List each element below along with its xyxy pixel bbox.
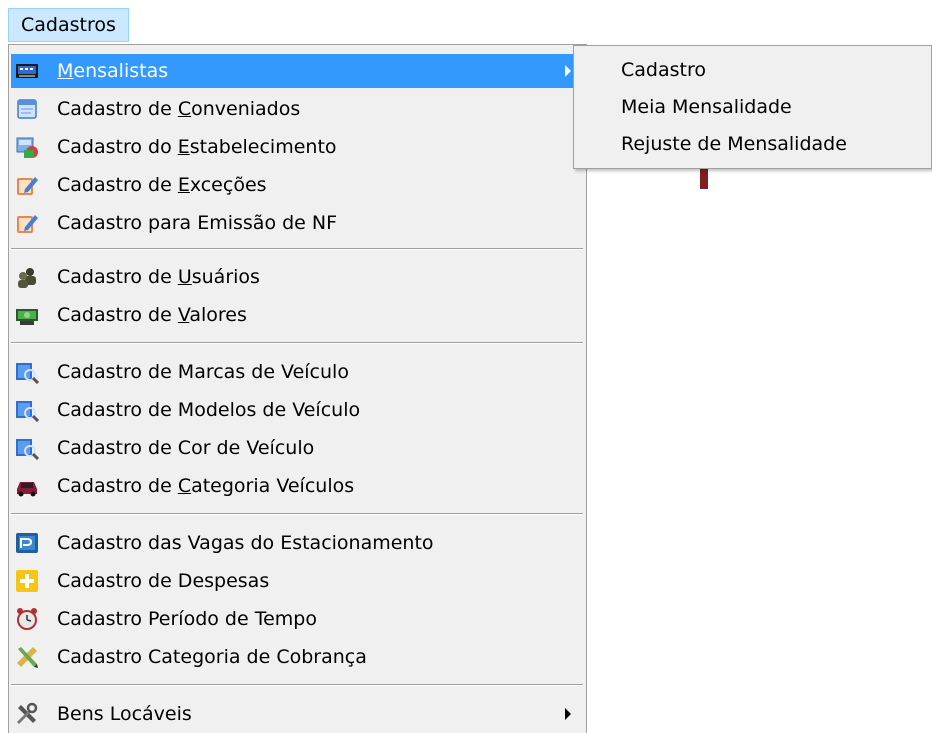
- menu-item-label: Cadastro Período de Tempo: [57, 608, 317, 630]
- search-icon: [16, 363, 39, 384]
- menu-item-label: Cadastro de Exceções: [57, 174, 267, 196]
- submenu-item-label: Cadastro: [621, 59, 706, 81]
- menu-item-label: Cadastro de Valores: [57, 304, 247, 326]
- menu-item-label: Cadastro de Categoria Veículos: [57, 475, 355, 497]
- menu-item-emissao-nf[interactable]: Cadastro para Emissão de NF: [11, 206, 583, 240]
- menu-item-vagas-estacionamento[interactable]: Cadastro das Vagas do Estacionamento: [11, 526, 583, 560]
- menu-item-label: Cadastro das Vagas do Estacionamento: [57, 532, 434, 554]
- menu-item-estabelecimento[interactable]: Cadastro do Estabelecimento: [11, 130, 583, 164]
- menu-item-mensalistas[interactable]: Mensalistas: [11, 54, 583, 88]
- tools-icon: [17, 702, 38, 724]
- menu-item-label: Cadastro Categoria de Cobrança: [57, 646, 367, 668]
- submenu-item-label: Meia Mensalidade: [621, 96, 792, 118]
- search-icon: [16, 439, 39, 460]
- menu-item-valores[interactable]: Cadastro de Valores: [11, 298, 583, 332]
- alarm-clock-icon: [17, 608, 37, 630]
- menu-item-categoria-cobranca[interactable]: Cadastro Categoria de Cobrança: [11, 640, 583, 674]
- background-window-fragment: [700, 169, 932, 189]
- menu-cadastros[interactable]: Cadastros: [8, 8, 129, 42]
- menu-item-usuarios[interactable]: Cadastro de Usuários: [11, 260, 583, 294]
- menu-item-label: Cadastro de Cor de Veículo: [57, 437, 315, 459]
- submenu-item-rejuste-mensalidade[interactable]: Rejuste de Mensalidade: [574, 126, 931, 162]
- menu-item-label: Cadastro de Modelos de Veículo: [57, 399, 361, 421]
- ruler-pencil-icon: [17, 647, 38, 668]
- menu-item-conveniados[interactable]: Cadastro de Conveniados: [11, 92, 583, 126]
- keyboard-icon: [16, 64, 38, 78]
- document-icon: [17, 99, 37, 119]
- menu-item-label: Cadastro do Estabelecimento: [57, 136, 337, 158]
- chevron-right-icon: [565, 708, 571, 720]
- menu-separator: [11, 684, 583, 686]
- menu-item-label: Cadastro de Despesas: [57, 570, 270, 592]
- submenu-item-meia-mensalidade[interactable]: Meia Mensalidade: [574, 89, 931, 125]
- menu-item-label: Cadastro de Usuários: [57, 266, 260, 288]
- store-icon: [16, 137, 38, 158]
- submenu-item-label: Rejuste de Mensalidade: [621, 133, 847, 155]
- mensalistas-submenu: Cadastro Meia Mensalidade Rejuste de Men…: [573, 45, 932, 169]
- menu-item-label: Cadastro para Emissão de NF: [57, 212, 338, 234]
- menu-separator: [11, 248, 583, 250]
- menu-separator: [11, 513, 583, 515]
- menu-item-label: Bens Locáveis: [57, 703, 192, 725]
- parking-icon: [16, 533, 38, 553]
- menu-item-label: Cadastro de Marcas de Veículo: [57, 361, 349, 383]
- menu-item-excecoes[interactable]: Cadastro de Exceções: [11, 168, 583, 202]
- submenu-item-cadastro[interactable]: Cadastro: [574, 52, 931, 88]
- menu-separator: [11, 342, 583, 344]
- menu-item-categoria-veiculos[interactable]: Cadastro de Categoria Veículos: [11, 469, 583, 503]
- menu-item-despesas[interactable]: Cadastro de Despesas: [11, 564, 583, 598]
- menu-bar: Cadastros: [0, 0, 932, 44]
- edit-icon: [17, 215, 38, 233]
- edit-icon: [17, 177, 38, 195]
- car-icon: [17, 482, 37, 497]
- expense-icon: [16, 570, 38, 592]
- menu-item-cor-veiculo[interactable]: Cadastro de Cor de Veículo: [11, 431, 583, 465]
- chevron-right-icon: [565, 65, 571, 77]
- menu-item-modelos-veiculo[interactable]: Cadastro de Modelos de Veículo: [11, 393, 583, 427]
- menu-item-periodo-tempo[interactable]: Cadastro Período de Tempo: [11, 602, 583, 636]
- menu-cadastros-label: Cadastros: [21, 14, 116, 36]
- cadastros-dropdown: Mensalistas Cadastro de Conveniados Cada…: [8, 44, 587, 733]
- menu-item-label: Mensalistas: [57, 60, 169, 82]
- menu-item-label: Cadastro de Conveniados: [57, 98, 301, 120]
- money-icon: [16, 309, 38, 325]
- menu-item-marcas-veiculo[interactable]: Cadastro de Marcas de Veículo: [11, 355, 583, 389]
- menu-item-bens-locaveis[interactable]: Bens Locáveis: [11, 697, 583, 731]
- search-icon: [16, 401, 39, 422]
- users-icon: [18, 268, 36, 288]
